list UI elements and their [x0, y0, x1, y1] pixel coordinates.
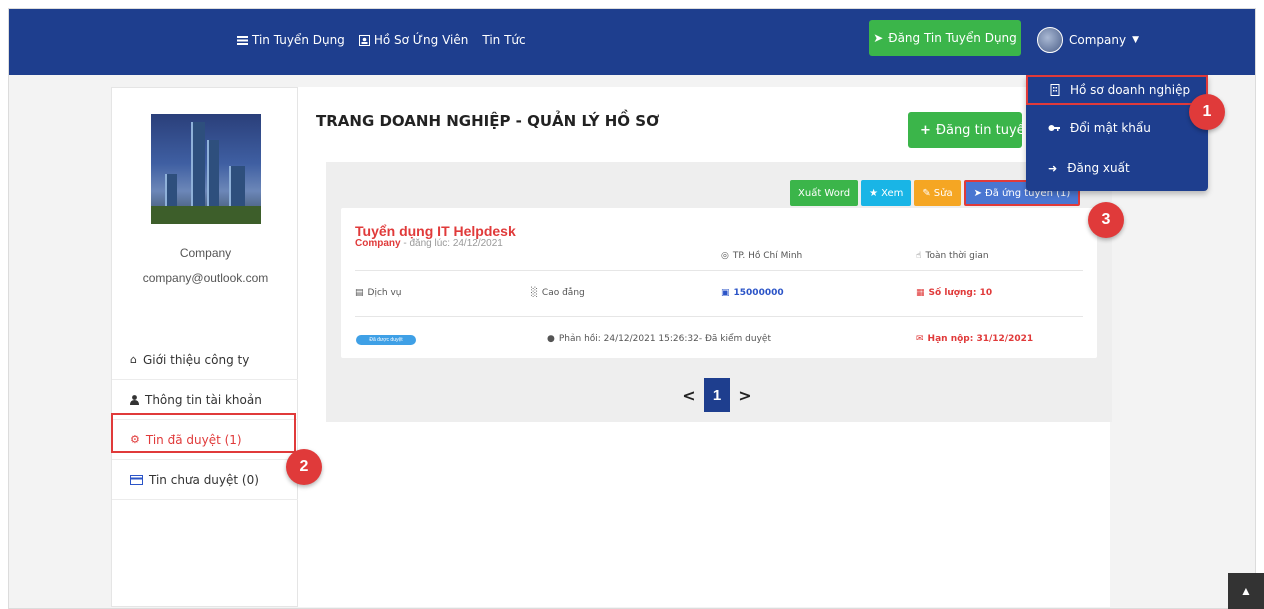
sidebar-item-pending-posts[interactable]: Tin chưa duyệt (0): [112, 460, 299, 500]
dropdown-item-company-profile[interactable]: Hồ sơ doanh nghiệp: [1026, 75, 1208, 105]
account-label: Company: [1069, 33, 1127, 47]
highlight-box: [111, 413, 296, 453]
job-location-text: TP. Hồ Chí Minh: [732, 251, 803, 261]
divider: [355, 270, 1083, 271]
envelope-icon: ✉: [916, 334, 924, 344]
comment-icon: ●: [547, 334, 555, 344]
edit-button[interactable]: ✎ Sửa: [914, 180, 961, 206]
post-job-label: Đăng Tin Tuyển Dụng: [888, 31, 1017, 45]
nav-candidates-label: Hồ Sơ Ứng Viên: [373, 33, 469, 47]
left-sidebar: Company company@outlook.com ⌂ Giới thiệu…: [111, 87, 299, 607]
sidebar-item-company-intro[interactable]: ⌂ Giới thiệu công ty: [112, 340, 299, 380]
nav-candidates-link[interactable]: Hồ Sơ Ứng Viên: [358, 33, 469, 47]
nav-links: Tin Tuyển Dụng Hồ Sơ Ứng Viên Tin Tức: [237, 33, 526, 47]
nav-news-label: Tin Tức: [482, 33, 526, 47]
job-card: Tuyển dụng IT Helpdesk Company - đăng lú…: [341, 208, 1097, 358]
status-badge: Đã được duyệt: [356, 335, 416, 345]
current-page[interactable]: 1: [704, 378, 730, 412]
id-card-icon: ▤: [355, 288, 364, 298]
avatar: [1037, 27, 1063, 53]
building-icon: [1050, 84, 1060, 96]
paper-plane-icon: ➤: [873, 31, 884, 45]
key-icon: [1048, 125, 1060, 131]
step-marker-1: 1: [1189, 94, 1225, 130]
top-navbar: Tin Tuyển Dụng Hồ Sơ Ứng Viên Tin Tức ➤ …: [9, 9, 1255, 75]
thumbs-up-icon: ☝: [916, 251, 922, 261]
job-category: ▤ Dịch vụ: [355, 288, 402, 298]
job-salary-text: 15000000: [733, 288, 784, 298]
account-dropdown: Hồ sơ doanh nghiệp Đổi mật khẩu ➜ Đăng x…: [1026, 75, 1208, 191]
account-menu[interactable]: Company ▼: [1037, 27, 1139, 53]
job-quantity-text: Số lượng: 10: [928, 288, 993, 298]
pagination: < 1 >: [682, 378, 752, 412]
job-category-text: Dịch vụ: [367, 288, 402, 298]
dropdown-change-password-label: Đổi mật khẩu: [1070, 121, 1151, 135]
job-education: ░ Cao đẳng: [531, 288, 585, 298]
list-icon: [237, 35, 248, 45]
next-page-button[interactable]: >: [738, 386, 752, 405]
job-company: Company: [355, 238, 401, 249]
star-icon: ★: [869, 187, 879, 199]
job-deadline: ✉ Hạn nộp: 31/12/2021: [916, 334, 1033, 344]
pencil-icon: ✎: [922, 187, 931, 199]
divider: [355, 316, 1083, 317]
view-label: Xem: [881, 187, 904, 199]
plus-icon: +: [920, 122, 931, 138]
logout-icon: ➜: [1048, 161, 1058, 175]
dropdown-item-logout[interactable]: ➜ Đăng xuất: [1026, 153, 1208, 183]
job-location: ◎ TP. Hồ Chí Minh: [721, 251, 802, 261]
ground-shape: [151, 206, 261, 224]
job-deadline-text: Hạn nộp: 31/12/2021: [927, 334, 1034, 344]
company-logo-image: [151, 114, 261, 224]
job-type: ☝ Toàn thời gian: [916, 251, 989, 261]
user-icon: [130, 394, 139, 405]
chevron-up-icon: ▲: [1240, 584, 1252, 598]
export-word-button[interactable]: Xuất Word: [790, 180, 859, 206]
card-icon: [130, 474, 143, 485]
id-card-icon: [358, 34, 370, 46]
scroll-to-top-button[interactable]: ▲: [1228, 573, 1264, 609]
home-icon: ⌂: [130, 353, 137, 366]
job-quantity: ▦ Số lượng: 10: [916, 288, 992, 298]
location-icon: ◎: [721, 251, 729, 261]
bar-chart-icon: ░: [531, 288, 538, 298]
page-title: TRANG DOANH NGHIỆP - QUẢN LÝ HỒ SƠ: [316, 112, 660, 130]
caret-down-icon: ▼: [1132, 35, 1140, 45]
sidebar-item-label: Tin chưa duyệt (0): [149, 472, 259, 487]
job-education-text: Cao đẳng: [541, 288, 585, 298]
prev-page-button[interactable]: <: [682, 386, 696, 405]
export-word-label: Xuất Word: [798, 187, 851, 199]
dropdown-item-change-password[interactable]: Đổi mật khẩu: [1026, 113, 1208, 143]
sidebar-item-label: Thông tin tài khoản: [145, 392, 262, 407]
sidebar-item-label: Giới thiệu công ty: [142, 352, 250, 367]
job-title[interactable]: Tuyển dụng IT Helpdesk: [355, 223, 516, 239]
view-button[interactable]: ★ Xem: [861, 180, 912, 206]
job-posted-date: - đăng lúc: 24/12/2021: [400, 238, 503, 249]
job-meta: Company - đăng lúc: 24/12/2021: [355, 238, 503, 249]
add-job-label: Đăng tin tuyển dụng: [935, 122, 1022, 138]
step-marker-2: 2: [286, 449, 322, 485]
sidebar-company-name: Company: [179, 246, 232, 260]
sidebar-email: company@outlook.com: [142, 271, 269, 285]
job-salary: ▣ 15000000: [721, 288, 784, 298]
job-feedback-text: Phản hồi: 24/12/2021 15:26:32- Đã kiểm d…: [558, 334, 771, 344]
step-marker-3: 3: [1088, 202, 1124, 238]
dropdown-company-profile-label: Hồ sơ doanh nghiệp: [1070, 83, 1191, 97]
job-feedback: ● Phản hồi: 24/12/2021 15:26:32- Đã kiểm…: [547, 334, 771, 344]
job-type-text: Toàn thời gian: [925, 251, 989, 261]
paper-plane-icon: ➤: [973, 187, 982, 199]
money-icon: ▣: [721, 288, 730, 298]
dropdown-logout-label: Đăng xuất: [1067, 161, 1130, 175]
nav-news-link[interactable]: Tin Tức: [482, 33, 525, 47]
edit-label: Sửa: [933, 187, 953, 199]
nav-job-posts-label: Tin Tuyển Dụng: [252, 33, 345, 47]
calendar-icon: ▦: [916, 288, 925, 298]
add-job-button[interactable]: + Đăng tin tuyển dụng: [908, 112, 1022, 148]
nav-job-posts-link[interactable]: Tin Tuyển Dụng: [237, 33, 345, 47]
post-job-button[interactable]: ➤ Đăng Tin Tuyển Dụng: [869, 20, 1021, 56]
